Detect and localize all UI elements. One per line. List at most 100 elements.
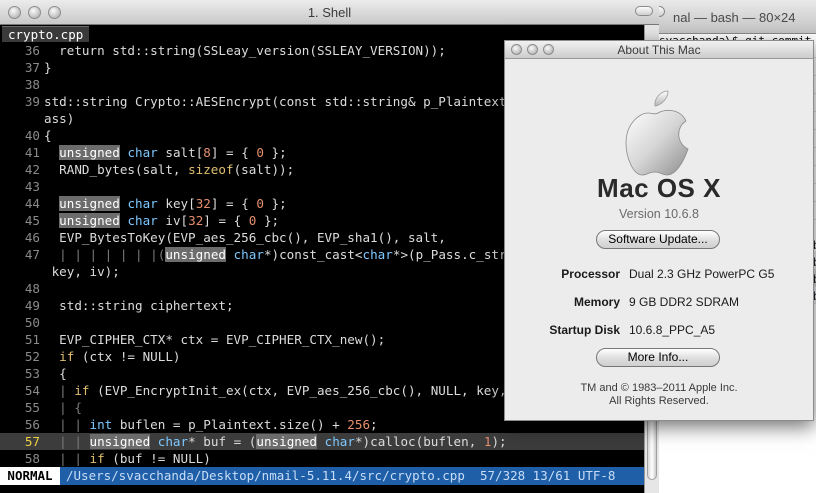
line-number: 56 — [24, 417, 40, 432]
code-token: unsigned — [89, 434, 151, 449]
code-token: }; — [263, 196, 287, 211]
code-token: | | — [44, 417, 90, 432]
code-token: (EVP_EncryptInit_ex(ctx, EVP_aes_256_cbc… — [89, 383, 537, 398]
line-text: RAND_bytes(salt, sizeof(salt)); — [40, 162, 294, 177]
command-line[interactable] — [0, 485, 644, 493]
line-number: 48 — [24, 281, 40, 296]
cursor-position: 57/328 13/61 UTF-8 C++ — [480, 468, 616, 493]
background-terminal-title: nal — bash — 80×24 — [673, 10, 796, 25]
shell-titlebar[interactable]: 1. Shell — [0, 0, 659, 25]
line-number: 47 — [24, 247, 40, 262]
code-token: ; — [370, 417, 378, 432]
about-titlebar[interactable]: About This Mac — [505, 41, 813, 59]
line-text: | { — [40, 400, 82, 415]
code-token: char — [233, 247, 264, 262]
line-text: unsigned char iv[32] = { 0 }; — [40, 213, 279, 228]
line-number: 41 — [24, 145, 40, 160]
line-number: 45 — [24, 213, 40, 228]
spec-label: Memory — [573, 295, 620, 309]
line-text: | if (EVP_EncryptInit_ex(ctx, EVP_aes_25… — [40, 383, 537, 398]
copyright-line-2: All Rights Reserved. — [609, 395, 709, 407]
code-token: char — [127, 145, 158, 160]
code-token: sizeof — [188, 162, 234, 177]
code-token: key[ — [157, 196, 196, 211]
code-token: }; — [263, 145, 287, 160]
background-terminal-titlebar[interactable]: nal — bash — 80×24 — [641, 0, 816, 34]
code-token: | | — [44, 434, 90, 449]
line-number: 46 — [24, 230, 40, 245]
line-number: 54 — [24, 383, 40, 398]
os-name: Mac OS X — [597, 173, 721, 203]
spec-label: Processor — [561, 267, 620, 281]
code-token: ] = { — [210, 145, 257, 160]
software-update-button[interactable]: Software Update... — [596, 230, 720, 249]
code-token: unsigned — [59, 213, 120, 228]
code-token: *>(p_Pass.c_str() — [392, 247, 522, 262]
code-token: if — [74, 383, 90, 398]
spec-value: 9 GB DDR2 SDRAM — [629, 295, 740, 309]
code-token: (buf != NULL) — [104, 451, 211, 466]
line-number: 57 — [24, 434, 40, 449]
code-token: char — [127, 213, 158, 228]
line-text — [40, 77, 44, 92]
code-token: iv[ — [157, 213, 189, 228]
line-number: 42 — [24, 162, 40, 177]
code-line[interactable]: 58 | | if (buf != NULL) — [0, 450, 644, 467]
line-text: return std::string(SSLeay_version(SSLEAY… — [40, 43, 446, 58]
file-path: /Users/svacchanda/Desktop/nmail-5.11.4/s… — [66, 468, 465, 483]
line-text — [40, 281, 44, 296]
code-token: | | | | | | |( — [44, 247, 166, 262]
code-token: ] = { — [203, 213, 249, 228]
tab-crypto-cpp[interactable]: crypto.cpp — [2, 26, 90, 42]
line-text: if (ctx != NULL) — [40, 349, 180, 364]
code-token: unsigned — [165, 247, 226, 262]
line-text: EVP_BytesToKey(EVP_aes_256_cbc(), EVP_sh… — [40, 230, 446, 245]
about-this-mac-window[interactable]: About This Mac Mac OS X Version 10.6.8 S… — [504, 40, 814, 421]
line-number: 51 — [24, 332, 40, 347]
code-token: buflen = p_Plaintext.size() + — [112, 417, 348, 432]
code-token: ass) — [44, 111, 75, 126]
line-number: 50 — [24, 315, 40, 330]
code-token: char — [324, 434, 355, 449]
more-info-button[interactable]: More Info... — [596, 348, 720, 367]
copyright: TM and © 1983–2011 Apple Inc. All Rights… — [505, 382, 813, 408]
line-number: 58 — [24, 451, 40, 466]
line-text: EVP_CIPHER_CTX* ctx = EVP_CIPHER_CTX_new… — [40, 332, 385, 347]
code-token: char — [157, 434, 189, 449]
line-number: 43 — [24, 179, 40, 194]
code-token: | | — [44, 451, 90, 466]
code-token: * buf = ( — [188, 434, 257, 449]
toolbar-toggle-icon[interactable] — [635, 6, 653, 16]
line-text: | | int buflen = p_Plaintext.size() + 25… — [40, 417, 378, 432]
code-token: unsigned — [59, 196, 120, 211]
line-number: 39 — [24, 94, 40, 109]
code-token: EVP_CIPHER_CTX* ctx = EVP_CIPHER_CTX_new… — [44, 332, 386, 347]
code-token: std::string ciphertext; — [44, 298, 234, 313]
code-token: EVP_BytesToKey(EVP_aes_256_cbc(), EVP_sh… — [44, 230, 446, 245]
code-token: 0 — [256, 196, 264, 211]
line-number: 40 — [24, 128, 40, 143]
code-line-current[interactable]: 57 | | unsigned char* buf = (unsigned ch… — [0, 433, 644, 450]
code-token: (salt)); — [233, 162, 295, 177]
line-text: { — [40, 128, 52, 143]
line-text: unsigned char salt[8] = { 0 }; — [40, 145, 287, 160]
code-token: 32 — [195, 196, 211, 211]
code-token: char — [127, 196, 158, 211]
copyright-line-1: TM and © 1983–2011 Apple Inc. — [580, 382, 738, 394]
code-token: 8 — [203, 145, 211, 160]
code-token: unsigned — [256, 434, 318, 449]
spec-memory: Memory 9 GB DDR2 SDRAM — [505, 295, 815, 311]
about-title: About This Mac — [617, 43, 701, 57]
line-text: { — [40, 366, 67, 381]
line-number: 53 — [24, 366, 40, 381]
line-text: | | unsigned char* buf = (unsigned char*… — [40, 434, 507, 449]
os-version: Version 10.6.8 — [619, 207, 699, 221]
spec-processor: Processor Dual 2.3 GHz PowerPC G5 — [505, 267, 815, 283]
line-text: std::string ciphertext; — [40, 298, 234, 313]
code-token: ] = { — [210, 196, 257, 211]
line-text: ass) — [40, 111, 74, 126]
spec-label: Startup Disk — [549, 323, 620, 337]
code-token: RAND_bytes(salt, — [44, 162, 189, 177]
